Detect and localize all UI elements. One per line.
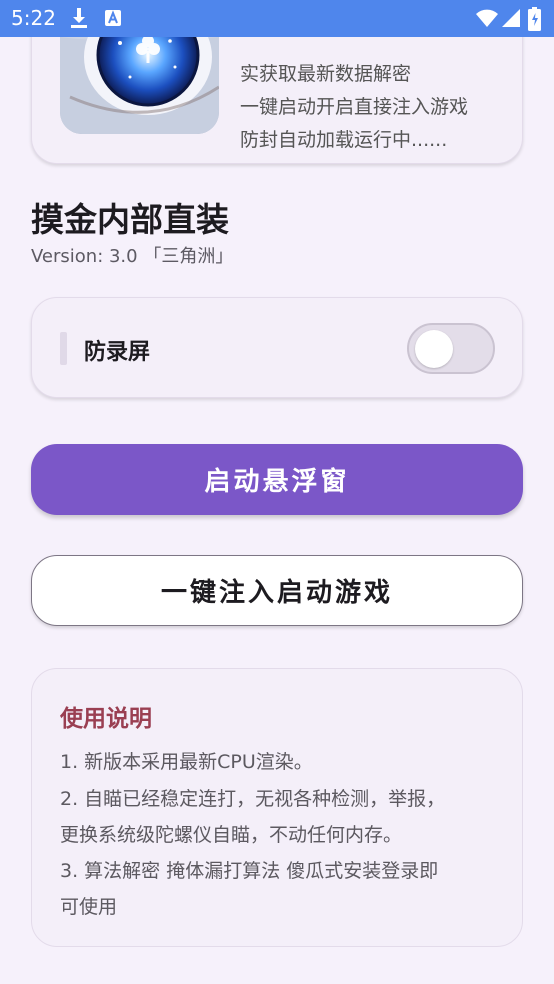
battery-icon [528, 7, 541, 31]
instruction-line: 可使用 [60, 896, 118, 918]
wifi-icon [476, 9, 498, 27]
instruction-line: 1. 新版本采用最新CPU渲染。 [60, 751, 313, 773]
start-floating-window-button[interactable]: 启动悬浮窗 [31, 444, 523, 515]
instructions-title: 使用说明 [60, 706, 152, 732]
promo-line: 一键启动开启直接注入游戏 [240, 96, 469, 118]
translate-icon [105, 10, 121, 26]
content-scroll[interactable]: 实获取最新数据解密 一键启动开启直接注入游戏 防封自动加载运行中...... 摸… [0, 37, 554, 984]
eye-image [60, 37, 219, 134]
app-title: 摸金内部直装 [31, 200, 229, 239]
instructions-card: 使用说明 1. 新版本采用最新CPU渲染。 2. 自瞄已经稳定连打，无视各种检测… [31, 668, 523, 947]
switch-knob [415, 330, 453, 368]
anti-record-card: 防录屏 [31, 297, 523, 398]
inject-launch-game-button[interactable]: 一键注入启动游戏 [31, 555, 523, 626]
anti-record-switch[interactable] [407, 323, 495, 374]
status-bar: 5:22 [0, 0, 554, 37]
instruction-line: 3. 算法解密 掩体漏打算法 傻瓜式安装登录即 [60, 860, 439, 882]
promo-card: 实获取最新数据解密 一键启动开启直接注入游戏 防封自动加载运行中...... [31, 37, 523, 164]
promo-line: 防封自动加载运行中...... [240, 129, 448, 151]
anti-record-label: 防录屏 [84, 340, 151, 365]
status-time: 5:22 [11, 6, 56, 30]
accent-bar [60, 332, 67, 365]
promo-line: 实获取最新数据解密 [240, 63, 412, 85]
version-text: Version: 3.0 「三角洲」 [31, 246, 234, 267]
instruction-line: 更换系统级陀螺仪自瞄，不动任何内存。 [60, 824, 403, 846]
download-icon [71, 8, 87, 28]
instruction-line: 2. 自瞄已经稳定连打，无视各种检测，举报， [60, 788, 446, 810]
signal-icon [502, 9, 520, 27]
